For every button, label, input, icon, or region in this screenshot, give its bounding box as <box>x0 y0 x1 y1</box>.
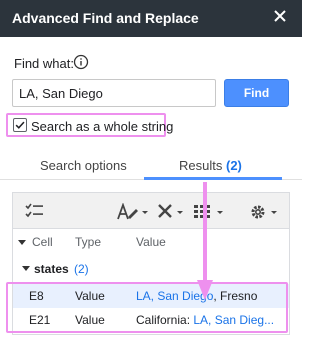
replace-format-icon[interactable] <box>116 203 148 221</box>
find-button[interactable]: Find <box>224 79 289 107</box>
column-header-type[interactable]: Type <box>75 235 101 249</box>
group-name[interactable]: states <box>34 262 69 276</box>
column-header-value[interactable]: Value <box>136 235 166 249</box>
group-collapse-icon[interactable] <box>22 266 30 271</box>
dialog-title: Advanced Find and Replace <box>12 10 199 26</box>
tab-results-count: (2) <box>225 158 242 173</box>
group-count: (2) <box>74 262 89 276</box>
collapse-all-icon[interactable] <box>18 240 26 245</box>
results-toolbar <box>13 193 289 229</box>
find-input[interactable] <box>12 79 216 107</box>
close-icon[interactable] <box>272 8 288 24</box>
delete-icon[interactable] <box>157 203 185 221</box>
select-all-icon[interactable] <box>25 203 45 219</box>
tab-results[interactable]: Results (2) <box>179 158 242 173</box>
settings-icon[interactable] <box>249 203 281 221</box>
annotation-arrow <box>197 182 213 300</box>
column-header-cell[interactable]: Cell <box>32 235 53 249</box>
info-icon[interactable] <box>73 54 89 70</box>
title-bar: Advanced Find and Replace <box>0 0 302 37</box>
whole-string-checkbox[interactable] <box>13 118 27 132</box>
find-what-label: Find what: <box>14 56 74 71</box>
tab-search-options[interactable]: Search options <box>40 158 127 173</box>
results-highlight <box>6 282 288 333</box>
tab-results-label: Results <box>179 158 223 173</box>
whole-string-label[interactable]: Search as a whole string <box>31 119 173 134</box>
tab-active-indicator <box>144 177 282 180</box>
